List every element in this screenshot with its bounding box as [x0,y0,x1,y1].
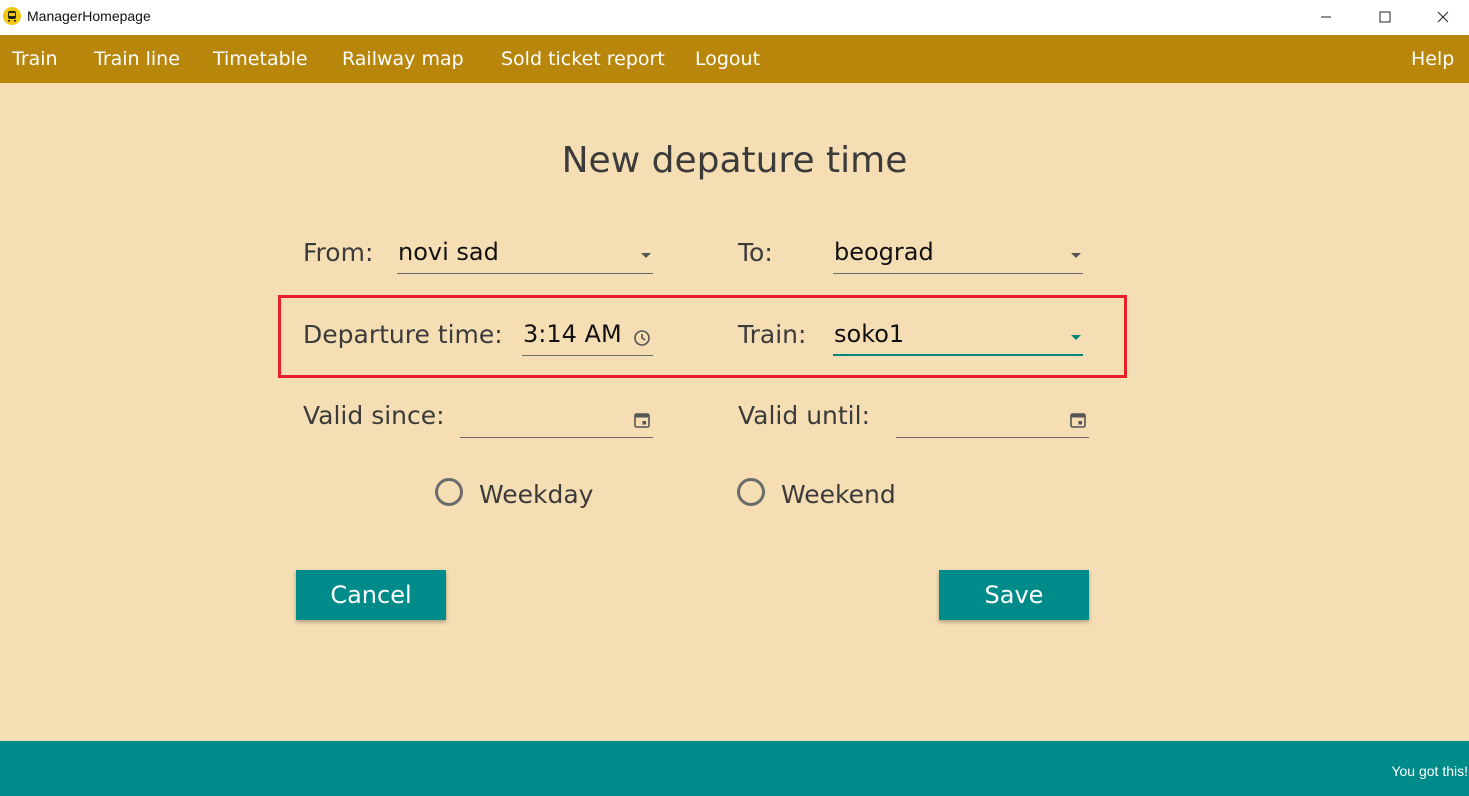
weekday-label[interactable]: Weekday [479,480,593,509]
menu-item-sold-ticket-report[interactable]: Sold ticket report [501,48,665,70]
highlight-box [278,295,1127,378]
calendar-icon[interactable] [633,411,651,429]
window-titlebar: ManagerHomepage [0,0,1469,35]
menu-item-timetable[interactable]: Timetable [213,48,308,70]
menu-item-help[interactable]: Help [1411,48,1454,70]
train-icon [3,7,21,25]
menu-item-logout[interactable]: Logout [695,48,760,70]
valid-since-label: Valid since: [303,401,445,430]
close-icon[interactable] [1414,0,1469,33]
menu-item-train[interactable]: Train [12,48,58,70]
menu-item-train-line[interactable]: Train line [94,48,180,70]
calendar-icon[interactable] [1069,411,1087,429]
from-label: From: [303,238,374,267]
to-value: beograd [834,238,934,266]
valid-until-datepicker[interactable] [896,402,1089,438]
weekend-label[interactable]: Weekend [781,480,896,509]
weekend-radio[interactable] [737,478,765,506]
to-label: To: [738,238,773,267]
to-select[interactable]: beograd [833,238,1083,274]
from-value: novi sad [398,238,499,266]
footer-text: You got this! [1391,763,1468,779]
from-select[interactable]: novi sad [397,238,653,274]
cancel-button[interactable]: Cancel [296,570,446,620]
menu-bar: Train Train line Timetable Railway map S… [0,35,1469,83]
weekday-radio[interactable] [435,478,463,506]
form-title: New depature time [561,140,908,181]
window-title: ManagerHomepage [27,8,151,24]
menu-item-railway-map[interactable]: Railway map [342,48,464,70]
chevron-down-icon [1071,253,1081,258]
chevron-down-icon [641,253,651,258]
valid-until-label: Valid until: [738,401,870,430]
footer-bar: You got this! [0,741,1469,796]
maximize-icon[interactable] [1356,0,1414,33]
minimize-icon[interactable] [1297,0,1355,33]
save-button[interactable]: Save [939,570,1089,620]
valid-since-datepicker[interactable] [460,402,653,438]
